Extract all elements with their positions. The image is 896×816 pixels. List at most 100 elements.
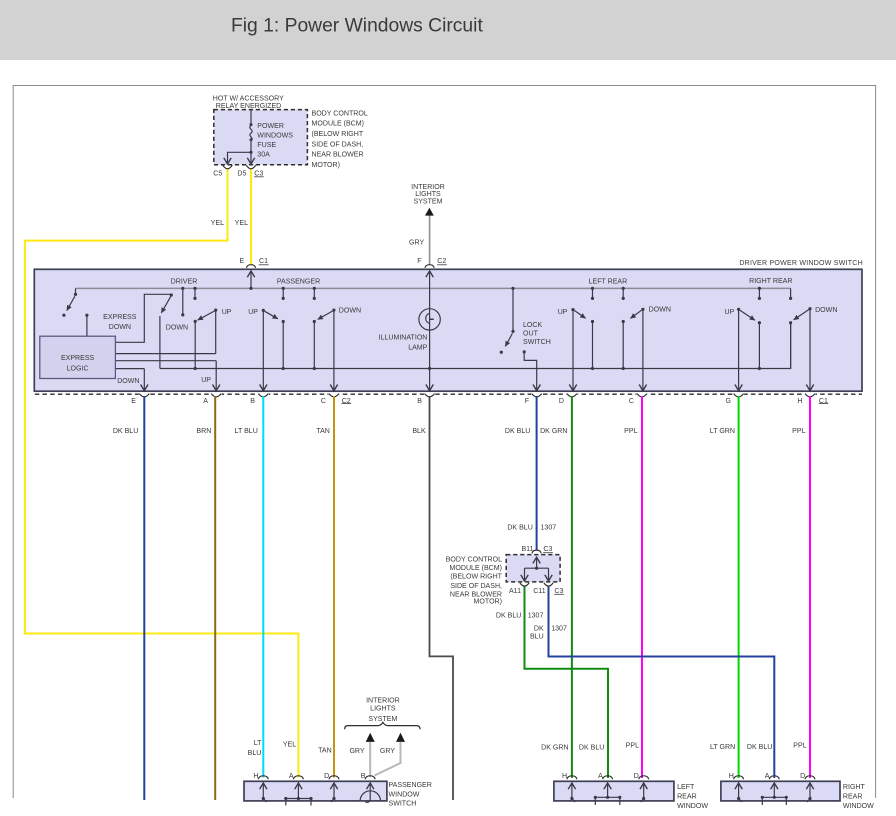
- svg-text:DOWN: DOWN: [109, 324, 131, 331]
- svg-text:LOCK: LOCK: [523, 322, 542, 329]
- svg-text:F: F: [417, 258, 422, 265]
- svg-text:D: D: [800, 773, 805, 780]
- svg-text:OUT: OUT: [523, 331, 539, 338]
- svg-text:WINDOW: WINDOW: [677, 803, 708, 810]
- svg-text:SYSTEM: SYSTEM: [414, 198, 443, 205]
- svg-text:EXPRESS: EXPRESS: [61, 355, 95, 362]
- svg-text:C2: C2: [342, 398, 351, 405]
- svg-text:B: B: [417, 398, 422, 405]
- svg-text:SIDE OF DASH,: SIDE OF DASH,: [450, 583, 502, 590]
- svg-text:DK BLU: DK BLU: [747, 744, 772, 751]
- svg-text:REAR: REAR: [677, 794, 697, 801]
- svg-text:(BELOW RIGHT: (BELOW RIGHT: [450, 574, 502, 581]
- svg-text:MODULE (BCM): MODULE (BCM): [450, 565, 502, 572]
- svg-text:A: A: [203, 398, 208, 405]
- svg-text:POWER: POWER: [257, 123, 284, 130]
- svg-text:DOWN: DOWN: [117, 378, 139, 385]
- svg-text:DK BLU: DK BLU: [579, 744, 604, 751]
- svg-text:YEL: YEL: [283, 741, 296, 748]
- svg-text:A11: A11: [509, 588, 521, 595]
- svg-text:PASSENGER: PASSENGER: [389, 782, 432, 789]
- svg-text:GRY: GRY: [409, 240, 424, 247]
- svg-text:H: H: [562, 773, 567, 780]
- svg-text:LIGHTS: LIGHTS: [415, 191, 441, 198]
- svg-text:B: B: [361, 773, 366, 780]
- svg-text:LT: LT: [254, 740, 262, 747]
- svg-text:B: B: [250, 398, 255, 405]
- svg-text:D: D: [324, 773, 329, 780]
- svg-text:LEFT REAR: LEFT REAR: [589, 278, 628, 285]
- svg-text:PASSENGER: PASSENGER: [277, 278, 320, 285]
- svg-text:A: A: [289, 773, 294, 780]
- svg-text:SWITCH: SWITCH: [523, 339, 551, 346]
- svg-text:D5: D5: [237, 170, 246, 177]
- svg-text:TAN: TAN: [316, 428, 330, 435]
- svg-text:Fig 1: Power Windows Circuit: Fig 1: Power Windows Circuit: [231, 16, 483, 37]
- svg-text:A: A: [765, 773, 770, 780]
- svg-text:UP: UP: [201, 377, 211, 384]
- svg-text:C2: C2: [437, 258, 446, 265]
- svg-text:LT BLU: LT BLU: [235, 428, 258, 435]
- svg-text:E: E: [239, 258, 244, 265]
- svg-text:PPL: PPL: [626, 743, 639, 750]
- svg-text:DOWN: DOWN: [339, 307, 361, 314]
- svg-text:H: H: [253, 773, 258, 780]
- svg-text:A: A: [598, 773, 603, 780]
- svg-text:(BELOW RIGHT: (BELOW RIGHT: [312, 131, 364, 138]
- svg-text:WINDOWS: WINDOWS: [257, 133, 293, 140]
- svg-text:G: G: [726, 398, 731, 405]
- svg-text:MOTOR): MOTOR): [474, 599, 502, 606]
- svg-text:C1: C1: [819, 398, 828, 405]
- svg-text:LOGIC: LOGIC: [67, 365, 89, 372]
- svg-text:LT GRN: LT GRN: [710, 428, 735, 435]
- svg-text:DK: DK: [534, 625, 544, 632]
- svg-text:LT GRN: LT GRN: [710, 744, 735, 751]
- svg-text:1307: 1307: [541, 525, 557, 532]
- svg-text:YEL: YEL: [235, 220, 248, 227]
- svg-text:RIGHT REAR: RIGHT REAR: [749, 278, 792, 285]
- svg-text:UP: UP: [248, 309, 258, 316]
- svg-text:BODY CONTROL: BODY CONTROL: [312, 110, 368, 117]
- svg-text:D: D: [559, 398, 564, 405]
- svg-text:LIGHTS: LIGHTS: [370, 706, 396, 713]
- svg-text:RIGHT: RIGHT: [843, 784, 866, 791]
- svg-text:INTERIOR: INTERIOR: [411, 184, 445, 191]
- svg-text:ILLUMINATION: ILLUMINATION: [379, 334, 428, 341]
- svg-text:C: C: [629, 398, 634, 405]
- svg-text:SIDE OF DASH,: SIDE OF DASH,: [312, 141, 364, 148]
- svg-text:WINDOW: WINDOW: [389, 791, 420, 798]
- svg-text:1307: 1307: [528, 613, 544, 620]
- svg-text:DK BLU: DK BLU: [496, 613, 521, 620]
- svg-text:UP: UP: [222, 309, 232, 316]
- svg-text:1307: 1307: [551, 625, 567, 632]
- svg-text:GRY: GRY: [380, 748, 395, 755]
- svg-text:REAR: REAR: [843, 794, 863, 801]
- svg-text:H: H: [797, 398, 802, 405]
- svg-text:BLU: BLU: [248, 750, 262, 757]
- svg-text:DRIVER POWER WINDOW SWITCH: DRIVER POWER WINDOW SWITCH: [739, 260, 863, 267]
- svg-text:C3: C3: [543, 546, 552, 553]
- svg-text:DOWN: DOWN: [166, 325, 188, 332]
- svg-text:BLK: BLK: [412, 428, 426, 435]
- svg-text:DK BLU: DK BLU: [507, 525, 532, 532]
- svg-text:SWITCH: SWITCH: [389, 801, 417, 808]
- svg-text:H: H: [729, 773, 734, 780]
- svg-text:DK BLU: DK BLU: [505, 428, 530, 435]
- svg-text:HOT W/ ACCESSORY: HOT W/ ACCESSORY: [213, 95, 284, 102]
- svg-text:DK BLU: DK BLU: [113, 428, 138, 435]
- svg-text:WINDOW: WINDOW: [843, 803, 874, 810]
- svg-text:UP: UP: [558, 309, 568, 316]
- svg-text:FUSE: FUSE: [257, 142, 276, 149]
- svg-text:BODY CONTROL: BODY CONTROL: [446, 557, 502, 564]
- svg-text:C11: C11: [533, 588, 545, 595]
- svg-text:DK GRN: DK GRN: [541, 744, 568, 751]
- svg-text:LEFT: LEFT: [677, 784, 695, 791]
- svg-text:PPL: PPL: [793, 743, 806, 750]
- svg-text:DOWN: DOWN: [649, 307, 671, 314]
- svg-text:PPL: PPL: [624, 428, 637, 435]
- svg-text:D: D: [634, 773, 639, 780]
- svg-text:TAN: TAN: [318, 748, 332, 755]
- svg-text:DOWN: DOWN: [815, 307, 837, 314]
- svg-text:C5: C5: [213, 170, 222, 177]
- svg-text:DK GRN: DK GRN: [540, 428, 567, 435]
